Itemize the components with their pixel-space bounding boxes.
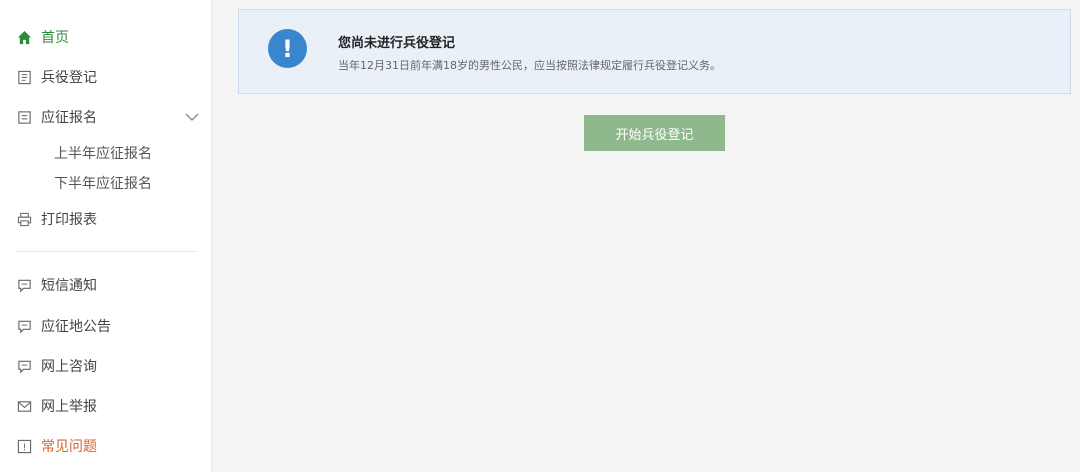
sidebar-item-label: 应征地公告 <box>41 319 111 335</box>
notice-description: 当年12月31日前年满18岁的男性公民，应当按照法律规定履行兵役登记义务。 <box>338 59 721 72</box>
sidebar-subitem-second-half-signup[interactable]: 下半年应征报名 <box>54 172 152 194</box>
sidebar-item-online-report[interactable]: 网上举报 <box>16 393 97 419</box>
exclamation-icon: ! <box>268 29 307 68</box>
sidebar-item-military-registration[interactable]: 兵役登记 <box>16 64 97 90</box>
main-content: ! 您尚未进行兵役登记 当年12月31日前年满18岁的男性公民，应当按照法律规定… <box>213 0 1080 472</box>
sidebar-subitem-label: 下半年应征报名 <box>54 176 152 192</box>
message-icon <box>16 277 32 293</box>
sidebar-item-label: 兵役登记 <box>41 70 97 86</box>
sidebar: 首页 兵役登记 应征报名 上半年应征报名 下半年应征报名 打印报表 短信通知 应… <box>0 0 212 472</box>
message-icon <box>16 358 32 374</box>
sidebar-item-faq[interactable]: ! 常见问题 <box>16 433 97 459</box>
sidebar-item-label: 打印报表 <box>41 212 97 228</box>
home-icon <box>16 29 32 45</box>
sidebar-item-label: 常见问题 <box>41 439 97 455</box>
svg-text:!: ! <box>22 442 26 453</box>
message-icon <box>16 318 32 334</box>
mail-icon <box>16 398 32 414</box>
sidebar-item-label: 首页 <box>41 30 69 46</box>
sidebar-item-label: 网上咨询 <box>41 359 97 375</box>
sidebar-item-local-announcement[interactable]: 应征地公告 <box>16 313 111 339</box>
start-registration-button[interactable]: 开始兵役登记 <box>584 115 725 151</box>
document-icon <box>16 109 32 125</box>
sidebar-item-sms-notice[interactable]: 短信通知 <box>16 272 97 298</box>
chevron-down-icon[interactable] <box>184 109 200 125</box>
sidebar-item-home[interactable]: 首页 <box>16 24 69 50</box>
printer-icon <box>16 211 32 227</box>
sidebar-item-enlistment-signup[interactable]: 应征报名 <box>16 104 97 130</box>
help-icon: ! <box>16 438 32 454</box>
registration-notice: ! 您尚未进行兵役登记 当年12月31日前年满18岁的男性公民，应当按照法律规定… <box>238 9 1071 94</box>
sidebar-item-label: 应征报名 <box>41 110 97 126</box>
sidebar-item-online-consult[interactable]: 网上咨询 <box>16 353 97 379</box>
sidebar-divider <box>16 251 196 252</box>
notice-title: 您尚未进行兵役登记 <box>338 36 456 51</box>
sidebar-subitem-first-half-signup[interactable]: 上半年应征报名 <box>54 142 152 164</box>
form-icon <box>16 69 32 85</box>
sidebar-item-label: 短信通知 <box>41 278 97 294</box>
sidebar-item-print-report[interactable]: 打印报表 <box>16 206 97 232</box>
sidebar-subitem-label: 上半年应征报名 <box>54 146 152 162</box>
sidebar-item-label: 网上举报 <box>41 399 97 415</box>
